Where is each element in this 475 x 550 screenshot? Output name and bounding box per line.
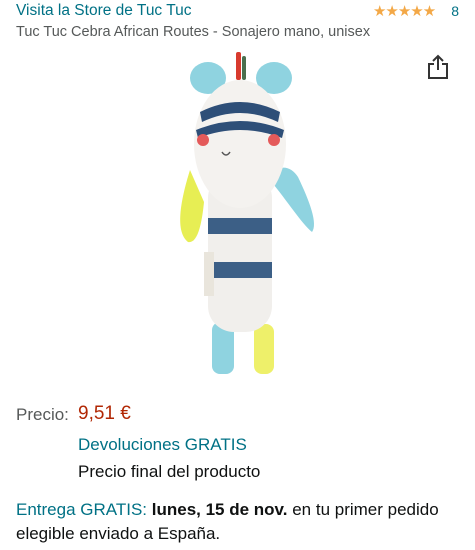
star-rating: ★ ★ ★ ★ ★ xyxy=(372,2,436,20)
label-tag xyxy=(204,252,214,296)
star-icon: ★ xyxy=(385,2,398,20)
final-price-note: Precio final del producto xyxy=(78,462,261,481)
stripe xyxy=(208,218,272,234)
store-link[interactable]: Visita la Store de Tuc Tuc xyxy=(16,2,191,20)
star-icon: ★ xyxy=(372,2,386,20)
cheek xyxy=(197,134,209,146)
stripe xyxy=(208,262,272,278)
mane xyxy=(236,52,241,80)
left-arm xyxy=(180,170,204,243)
rating[interactable]: ★ ★ ★ ★ ★ 8 xyxy=(373,3,459,19)
star-icon: ★ xyxy=(397,2,411,20)
price-label: Precio: xyxy=(16,405,69,424)
product-title: Tuc Tuc Cebra African Routes - Sonajero … xyxy=(16,24,371,40)
delivery-date: lunes, 15 de nov. xyxy=(151,500,288,519)
mane xyxy=(242,56,246,80)
price-value: 9,51 € xyxy=(78,403,131,424)
rating-count[interactable]: 8 xyxy=(451,3,459,19)
star-icon: ★ xyxy=(422,2,436,20)
free-delivery-link[interactable]: Entrega GRATIS: xyxy=(16,500,147,519)
share-icon[interactable] xyxy=(426,54,450,80)
returns-link[interactable]: Devoluciones GRATIS xyxy=(78,435,247,455)
right-leg xyxy=(254,324,274,374)
cheek xyxy=(268,134,280,146)
product-image[interactable] xyxy=(170,52,320,377)
star-icon: ★ xyxy=(410,2,423,20)
delivery-info: Entrega GRATIS: lunes, 15 de nov. en tu … xyxy=(16,498,456,546)
